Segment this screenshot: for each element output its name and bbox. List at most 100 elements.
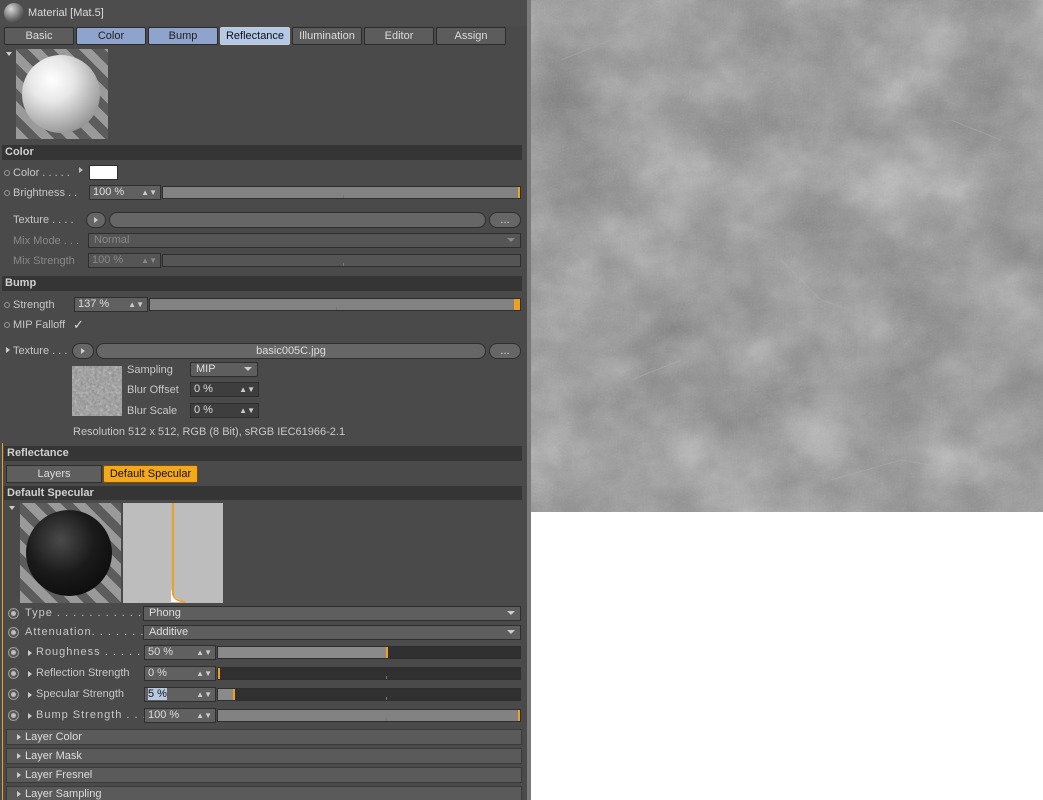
texture-menu-button[interactable] [72, 343, 94, 359]
tab-reflectance[interactable]: Reflectance [220, 27, 290, 45]
animate-dot-icon[interactable] [4, 190, 10, 196]
bump-strength-slider[interactable] [149, 298, 521, 311]
group-layer-color[interactable]: Layer Color [6, 729, 522, 745]
section-default-specular: Default Specular [4, 486, 522, 500]
brightness-label: Brightness . . [13, 187, 78, 199]
reflection-expand-icon[interactable] [28, 671, 32, 677]
group-layer-mask[interactable]: Layer Mask [6, 748, 522, 764]
play-icon [94, 217, 98, 223]
slider-tick [386, 676, 387, 679]
specular-strength-slider[interactable] [217, 688, 521, 701]
color-texture-label: Texture . . . . [13, 214, 74, 226]
slider-knob[interactable] [514, 299, 520, 310]
expand-icon [17, 772, 21, 778]
slider-knob[interactable] [218, 668, 220, 679]
roughness-expand-icon[interactable] [28, 650, 32, 656]
slider-tick [336, 307, 337, 310]
animate-radio-icon[interactable] [8, 647, 19, 658]
blur-offset-field[interactable]: 0 % ▲▼ [190, 382, 259, 397]
mip-falloff-label: MIP Falloff [13, 319, 66, 331]
section-bump: Bump [2, 276, 522, 291]
attenuation-dropdown[interactable]: Additive [143, 625, 521, 640]
tab-bump[interactable]: Bump [148, 27, 218, 45]
brightness-slider[interactable] [162, 186, 521, 199]
expand-icon [17, 791, 21, 797]
bump-strength-label: Strength [13, 299, 55, 311]
slider-fill [218, 710, 518, 721]
material-editor-panel: Material [Mat.5] Basic Color Bump Reflec… [0, 0, 527, 800]
texture-image-preview [531, 0, 1043, 512]
section-color: Color [2, 145, 522, 160]
slider-fill [218, 647, 386, 658]
slider-fill [150, 299, 514, 310]
tab-basic[interactable]: Basic [4, 27, 74, 45]
reflection-strength-slider[interactable] [217, 667, 521, 680]
tab-assign[interactable]: Assign [436, 27, 506, 45]
mixmode-label: Mix Mode . . . [13, 235, 80, 247]
preview-menu-icon[interactable] [6, 52, 12, 56]
slider-knob[interactable] [518, 187, 520, 198]
blur-scale-label: Blur Scale [127, 405, 178, 417]
animate-dot-icon[interactable] [4, 170, 10, 176]
type-dropdown[interactable]: Phong [143, 606, 521, 621]
blur-offset-label: Blur Offset [127, 384, 179, 396]
specular-strength-field[interactable]: 5 % ▲▼ [144, 687, 216, 702]
bump-texture-slot[interactable]: basic005C.jpg [96, 343, 486, 359]
mip-falloff-checkbox[interactable]: ✓ [73, 317, 84, 333]
animate-radio-icon[interactable] [8, 710, 19, 721]
roughness-field[interactable]: 50 % ▲▼ [144, 645, 216, 660]
bump-strength-refl-field[interactable]: 100 % ▲▼ [144, 708, 216, 723]
bump-texture-browse-button[interactable]: ... [489, 343, 521, 359]
mixmode-dropdown[interactable]: Normal [88, 233, 521, 248]
reflection-strength-field[interactable]: 0 % ▲▼ [144, 666, 216, 681]
animate-radio-icon[interactable] [8, 608, 19, 619]
slider-fill [218, 689, 233, 700]
animate-radio-icon[interactable] [8, 627, 19, 638]
texture-menu-button[interactable] [86, 212, 106, 228]
sampling-dropdown[interactable]: MIP [190, 362, 258, 377]
blur-scale-field[interactable]: 0 % ▲▼ [190, 403, 259, 418]
specular-strength-label: Specular Strength [36, 688, 125, 700]
specular-falloff-graph [123, 503, 223, 603]
sampling-label: Sampling [127, 364, 173, 376]
slider-tick [343, 263, 344, 266]
slider-knob[interactable] [386, 647, 388, 658]
specular-expand-icon[interactable] [28, 692, 32, 698]
tab-color[interactable]: Color [76, 27, 146, 45]
color-texture-slot[interactable] [109, 212, 486, 228]
window-title: Material [Mat.5] [28, 7, 104, 19]
tab-default-specular[interactable]: Default Specular [103, 465, 198, 483]
slider-knob[interactable] [518, 710, 520, 721]
reflection-strength-label: Reflection Strength [36, 667, 130, 679]
bumpstrength-expand-icon[interactable] [28, 713, 32, 719]
tab-editor[interactable]: Editor [364, 27, 434, 45]
slider-tick [343, 195, 344, 198]
texture-expand-icon[interactable] [6, 347, 10, 353]
preview-sphere [26, 510, 112, 596]
specular-preview[interactable] [20, 503, 121, 603]
group-layer-sampling[interactable]: Layer Sampling [6, 786, 522, 800]
preview-menu-icon[interactable] [9, 506, 15, 510]
bump-strength-field[interactable]: 137 % ▲▼ [74, 297, 148, 312]
bump-texture-label: Texture . . . [13, 345, 68, 357]
slider-knob[interactable] [233, 689, 235, 700]
animate-dot-icon[interactable] [4, 302, 10, 308]
expand-icon [17, 753, 21, 759]
color-swatch[interactable] [89, 165, 118, 180]
tab-illumination[interactable]: Illumination [292, 27, 362, 45]
play-icon [81, 348, 85, 354]
animate-dot-icon[interactable] [4, 322, 10, 328]
mixstrength-slider[interactable] [162, 254, 521, 267]
material-preview[interactable] [16, 49, 108, 139]
color-texture-browse-button[interactable]: ... [489, 212, 521, 228]
tab-layers[interactable]: Layers [6, 465, 102, 483]
brightness-field[interactable]: 100 % ▲▼ [89, 185, 161, 200]
roughness-slider[interactable] [217, 646, 521, 659]
mixstrength-field[interactable]: 100 % ▲▼ [88, 253, 161, 268]
color-expand-icon[interactable] [79, 167, 83, 173]
animate-radio-icon[interactable] [8, 689, 19, 700]
bump-strength-refl-slider[interactable] [217, 709, 521, 722]
title-bar: Material [Mat.5] [0, 0, 527, 26]
group-layer-fresnel[interactable]: Layer Fresnel [6, 767, 522, 783]
animate-radio-icon[interactable] [8, 668, 19, 679]
